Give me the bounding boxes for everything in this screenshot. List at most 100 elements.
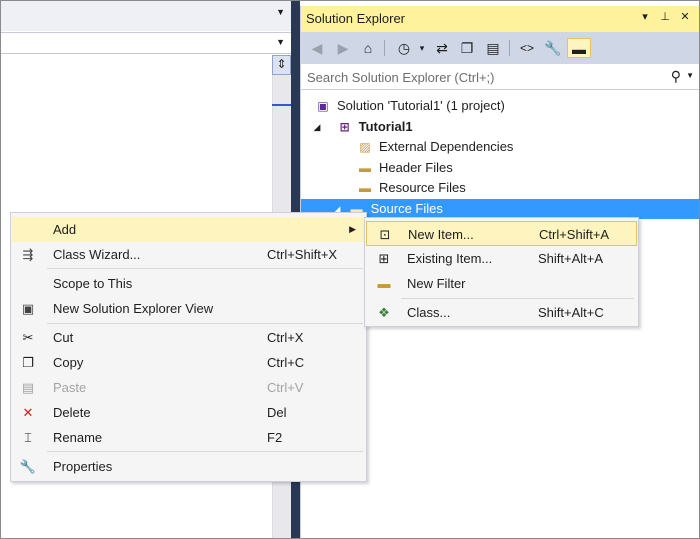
paste-icon: ▤: [21, 380, 35, 395]
wrench-icon: 🔧: [19, 459, 37, 474]
menu-item-properties[interactable]: 🔧 Properties: [12, 454, 366, 479]
menu-item-label: Class Wizard...: [53, 247, 141, 262]
menu-item-add[interactable]: Add ▶: [12, 217, 366, 242]
close-icon[interactable]: ✕: [677, 10, 693, 23]
toolbar-separator: [384, 40, 385, 56]
search-icon[interactable]: ⚲: [671, 68, 681, 85]
history-icon[interactable]: ◷: [394, 38, 414, 58]
tree-item-project[interactable]: ◢ ⊞ Tutorial1: [311, 117, 413, 137]
menu-separator: [47, 323, 363, 324]
menu-item-shortcut: Shift+Alt+C: [538, 305, 604, 320]
class-icon: ❖: [378, 305, 390, 320]
tree-item-label: Solution 'Tutorial1' (1 project): [337, 98, 505, 113]
tree-item-external-dependencies[interactable]: ▨ External Dependencies: [357, 137, 513, 157]
menu-item-label: New Filter: [407, 276, 466, 291]
menu-item-label: New Solution Explorer View: [53, 301, 214, 316]
menu-separator: [47, 451, 363, 452]
submenu-item-new-item[interactable]: ⊡ New Item... Ctrl+Shift+A: [366, 221, 637, 246]
pin-icon[interactable]: ⊥: [657, 10, 673, 23]
menu-item-label: Rename: [53, 430, 103, 445]
tree-item-solution[interactable]: ▣ Solution 'Tutorial1' (1 project): [315, 96, 505, 116]
menu-item-shortcut: Ctrl+V: [267, 380, 304, 395]
view-code-icon[interactable]: <>: [517, 38, 537, 58]
show-all-files-icon[interactable]: ▤: [483, 38, 503, 58]
preview-selected-icon[interactable]: ▬: [567, 38, 591, 58]
menu-item-label: Class...: [407, 305, 451, 320]
tree-item-label: Source Files: [370, 201, 443, 216]
solution-explorer-search[interactable]: Search Solution Explorer (Ctrl+;) ⚲ ▼: [301, 64, 699, 90]
tree-item-header-files[interactable]: ▬ Header Files: [357, 158, 453, 178]
editor-tab-strip: ▼: [1, 1, 291, 31]
external-dependencies-icon: ▨: [359, 140, 371, 154]
copy-icon: ❐: [22, 355, 34, 370]
menu-item-label: Scope to This: [53, 276, 133, 291]
menu-separator: [401, 298, 634, 299]
add-submenu: ⊡ New Item... Ctrl+Shift+A ⊞ Existing It…: [364, 217, 639, 327]
tree-item-resource-files[interactable]: ▬ Resource Files: [357, 178, 466, 198]
solution-explorer-toolbar: ◀ ▶ ⌂ ◷ ▾ ⇄ ❐ ▤ <> 🔧 ▬: [301, 32, 699, 64]
menu-item-paste[interactable]: ▤ Paste Ctrl+V: [12, 375, 366, 400]
folder-icon: ▬: [359, 181, 371, 195]
folder-icon: ▬: [377, 276, 391, 291]
window-position-dropdown-icon[interactable]: ▾: [637, 10, 653, 23]
menu-item-scope-to-this[interactable]: Scope to This: [12, 271, 366, 296]
tree-item-label: Tutorial1: [358, 119, 413, 134]
menu-item-copy[interactable]: ❐ Copy Ctrl+C: [12, 350, 366, 375]
submenu-item-class[interactable]: ❖ Class... Shift+Alt+C: [366, 300, 637, 325]
new-view-icon: ▣: [21, 301, 35, 316]
menu-item-label: Paste: [53, 380, 87, 395]
collapse-all-icon[interactable]: ❐: [457, 38, 477, 58]
toolbar-separator: [509, 40, 510, 56]
menu-item-label: New Item...: [408, 227, 474, 242]
class-wizard-icon: ⇶: [22, 247, 34, 262]
chevron-down-icon[interactable]: ▾: [412, 38, 432, 58]
menu-item-label: Copy: [53, 355, 84, 370]
submenu-item-existing-item[interactable]: ⊞ Existing Item... Shift+Alt+A: [366, 246, 637, 271]
menu-item-shortcut: Ctrl+Shift+X: [267, 247, 338, 262]
solution-icon: ▣: [317, 99, 329, 113]
home-icon[interactable]: ⌂: [358, 38, 378, 58]
menu-item-shortcut: Ctrl+X: [267, 330, 304, 345]
back-icon[interactable]: ◀: [307, 38, 327, 58]
chevron-down-icon[interactable]: ▼: [686, 71, 694, 80]
tree-item-label: Resource Files: [379, 180, 466, 195]
menu-item-cut[interactable]: ✂ Cut Ctrl+X: [12, 325, 366, 350]
search-input[interactable]: Search Solution Explorer (Ctrl+;): [307, 70, 495, 85]
menu-item-shortcut: Ctrl+Shift+A: [539, 227, 610, 242]
menu-item-shortcut: Ctrl+C: [267, 355, 305, 370]
chevron-down-icon[interactable]: ▼: [276, 37, 285, 47]
menu-item-delete[interactable]: ✕ Delete Del: [12, 400, 366, 425]
menu-item-label: Delete: [53, 405, 91, 420]
submenu-item-new-filter[interactable]: ▬ New Filter: [366, 271, 637, 296]
menu-item-shortcut: Shift+Alt+A: [538, 251, 604, 266]
menu-item-new-solution-explorer-view[interactable]: ▣ New Solution Explorer View: [12, 296, 366, 321]
menu-item-rename[interactable]: ⌶ Rename F2: [12, 425, 366, 450]
menu-item-label: Cut: [53, 330, 74, 345]
menu-item-label: Properties: [53, 459, 113, 474]
expand-arrow-icon[interactable]: ◢: [311, 117, 323, 137]
tree-item-label: Header Files: [379, 160, 453, 175]
tree-item-label: External Dependencies: [379, 139, 514, 154]
rename-icon: ⌶: [24, 430, 32, 445]
menu-item-label: Existing Item...: [407, 251, 493, 266]
solution-explorer-title: Solution Explorer: [306, 11, 405, 26]
menu-item-class-wizard[interactable]: ⇶ Class Wizard... Ctrl+Shift+X: [12, 242, 366, 267]
editor-navigation-combo[interactable]: ▼: [1, 32, 291, 54]
context-menu: Add ▶ ⇶ Class Wizard... Ctrl+Shift+X Sco…: [10, 212, 367, 482]
wrench-icon[interactable]: 🔧: [543, 38, 563, 58]
split-window-button[interactable]: ⇕: [272, 55, 291, 75]
forward-icon[interactable]: ▶: [333, 38, 353, 58]
scrollbar-caret-marker: [272, 104, 291, 106]
scissors-icon: ✂: [22, 330, 34, 345]
menu-item-shortcut: Del: [267, 405, 287, 420]
new-item-icon: ⊡: [379, 227, 391, 242]
existing-item-icon: ⊞: [378, 251, 390, 266]
sync-icon[interactable]: ⇄: [432, 38, 452, 58]
delete-icon: ✕: [22, 405, 34, 420]
project-icon: ⊞: [339, 120, 350, 134]
menu-separator: [47, 268, 363, 269]
menu-item-label: Add: [53, 222, 77, 237]
tab-dropdown-icon[interactable]: ▼: [276, 7, 285, 17]
solution-explorer-titlebar: Solution Explorer ▾ ⊥ ✕: [301, 6, 699, 32]
menu-item-shortcut: F2: [267, 430, 283, 445]
